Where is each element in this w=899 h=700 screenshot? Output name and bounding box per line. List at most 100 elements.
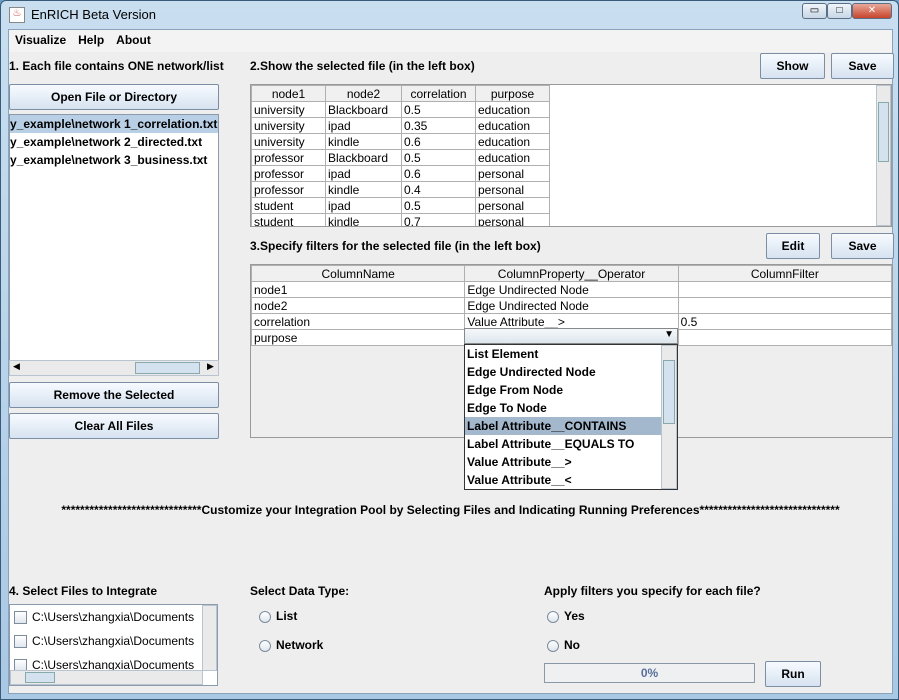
scroll-thumb[interactable] [663, 360, 675, 424]
table-cell: professor [251, 149, 326, 166]
integrate-vscrollbar[interactable] [202, 605, 217, 671]
table-row[interactable]: university Blackboard 0.5 education [251, 101, 550, 118]
table-cell: kindle [325, 213, 402, 226]
radio-yes[interactable]: Yes [547, 609, 585, 623]
filter-cell[interactable] [677, 281, 893, 298]
radio-icon[interactable] [259, 639, 271, 652]
dropdown-option[interactable]: Label Attribute__EQUALS TO [465, 435, 677, 453]
column-header[interactable]: ColumnFilter [677, 265, 893, 282]
menu-help[interactable]: Help [72, 30, 110, 47]
table-cell: personal [475, 181, 550, 198]
integrate-hscrollbar[interactable] [10, 670, 203, 685]
radio-network[interactable]: Network [259, 638, 323, 652]
filter-row[interactable]: node1 Edge Undirected Node [250, 281, 893, 298]
filter-cell[interactable]: purpose [250, 329, 466, 346]
table-cell: university [251, 101, 326, 118]
checkbox[interactable] [14, 635, 27, 649]
filter-cell[interactable]: correlation [250, 313, 466, 330]
table-row[interactable]: professor ipad 0.6 personal [251, 165, 550, 182]
menu-about[interactable]: About [110, 30, 157, 47]
open-file-button[interactable]: Open File or Directory [9, 84, 219, 110]
filter-cell[interactable]: Edge Undirected Node [464, 281, 679, 298]
table-cell: ipad [325, 117, 402, 134]
filter-row[interactable]: node2 Edge Undirected Node [250, 297, 893, 314]
radio-label: Yes [564, 609, 585, 623]
menu-visualize[interactable]: Visualize [9, 30, 72, 47]
window-title: EnRICH Beta Version [31, 7, 157, 22]
table-row[interactable]: university ipad 0.35 education [251, 117, 550, 134]
column-header[interactable]: ColumnProperty__Operator [464, 265, 679, 282]
radio-icon[interactable] [547, 610, 559, 623]
progress-text: 0% [640, 666, 659, 680]
filter-cell[interactable]: Edge Undirected Node [464, 297, 679, 314]
table-row[interactable]: student ipad 0.5 personal [251, 197, 550, 214]
file-list-item[interactable]: y_example\network 1_correlation.txt [10, 115, 218, 133]
file-preview-table: node1 node2 correlation purpose university Bl… [251, 85, 550, 226]
client-area: Visualize Help About 1. Each file contains… [8, 29, 894, 694]
scroll-right-icon[interactable]: ▶ [207, 361, 214, 372]
radio-label: List [276, 609, 298, 623]
dropdown-option[interactable]: Edge From Node [465, 381, 677, 399]
radio-icon[interactable] [259, 610, 271, 623]
edit-button[interactable]: Edit [766, 233, 820, 259]
table-cell: ipad [325, 197, 402, 214]
integrate-file-item[interactable]: C:\Users\zhangxia\Documents [10, 605, 217, 629]
dropdown-option[interactable]: Edge To Node [465, 399, 677, 417]
table-cell: university [251, 117, 326, 134]
table-row[interactable]: university kindle 0.6 education [251, 133, 550, 150]
save-filters-button[interactable]: Save [831, 233, 894, 259]
table-row[interactable]: professor kindle 0.4 personal [251, 181, 550, 198]
table-cell: university [251, 133, 326, 150]
dropdown-option[interactable]: List Element [465, 345, 677, 363]
integrate-file-list: C:\Users\zhangxia\Documents C:\Users\zhan… [9, 604, 218, 686]
dropdown-vscrollbar[interactable] [661, 345, 677, 489]
scroll-thumb[interactable] [878, 102, 889, 162]
radio-no[interactable]: No [547, 638, 580, 652]
save-file-button[interactable]: Save [831, 53, 894, 79]
dropdown-option[interactable]: Value Attribute__> [465, 453, 677, 471]
section2-label: 2.Show the selected file (in the left bo… [250, 59, 475, 73]
column-header[interactable]: purpose [475, 85, 550, 102]
filter-cell[interactable] [677, 329, 893, 346]
run-button[interactable]: Run [765, 661, 821, 687]
filter-cell[interactable] [677, 297, 893, 314]
table-row[interactable]: student kindle 0.7 personal [251, 213, 550, 226]
radio-icon[interactable] [547, 639, 559, 652]
maximize-button[interactable]: □ [827, 3, 852, 19]
show-button[interactable]: Show [760, 53, 825, 79]
table-cell: professor [251, 181, 326, 198]
table-cell: 0.6 [401, 165, 476, 182]
remove-selected-button[interactable]: Remove the Selected [9, 382, 219, 408]
column-header[interactable]: node2 [325, 85, 402, 102]
integrate-file-item[interactable]: C:\Users\zhangxia\Documents [10, 629, 217, 653]
file-list-item[interactable]: y_example\network 2_directed.txt [10, 133, 218, 151]
preview-vscrollbar[interactable] [876, 85, 891, 226]
column-header[interactable]: correlation [401, 85, 476, 102]
dropdown-option[interactable]: Value Attribute__< [465, 471, 677, 489]
dropdown-option[interactable]: Label Attribute__CONTAINS [465, 417, 677, 435]
file-path: C:\Users\zhangxia\Documents [32, 634, 195, 648]
operator-combobox[interactable]: ▼ [464, 328, 678, 344]
banner-text: ******************************Customize … [61, 503, 840, 517]
close-button[interactable]: ✕ [852, 3, 892, 19]
scroll-thumb[interactable] [135, 362, 200, 374]
radio-list[interactable]: List [259, 609, 297, 623]
table-cell: education [475, 101, 550, 118]
java-icon: ♨ [9, 7, 25, 23]
file-list-item[interactable]: y_example\network 3_business.txt [10, 151, 218, 169]
column-header[interactable]: node1 [251, 85, 326, 102]
filter-cell[interactable]: 0.5 [677, 313, 893, 330]
file-list-hscrollbar[interactable]: ◀ ▶ [9, 360, 219, 376]
filter-cell[interactable]: node2 [250, 297, 466, 314]
table-row[interactable]: professor Blackboard 0.5 education [251, 149, 550, 166]
scroll-thumb[interactable] [25, 672, 55, 683]
table-cell: kindle [325, 181, 402, 198]
filter-cell[interactable]: node1 [250, 281, 466, 298]
chevron-down-icon[interactable]: ▼ [664, 329, 674, 340]
dropdown-option[interactable]: Edge Undirected Node [465, 363, 677, 381]
column-header[interactable]: ColumnName [250, 265, 466, 282]
clear-all-files-button[interactable]: Clear All Files [9, 413, 219, 439]
checkbox[interactable] [14, 611, 27, 625]
scroll-left-icon[interactable]: ◀ [13, 361, 20, 372]
minimize-button[interactable]: ▭ [802, 3, 827, 19]
